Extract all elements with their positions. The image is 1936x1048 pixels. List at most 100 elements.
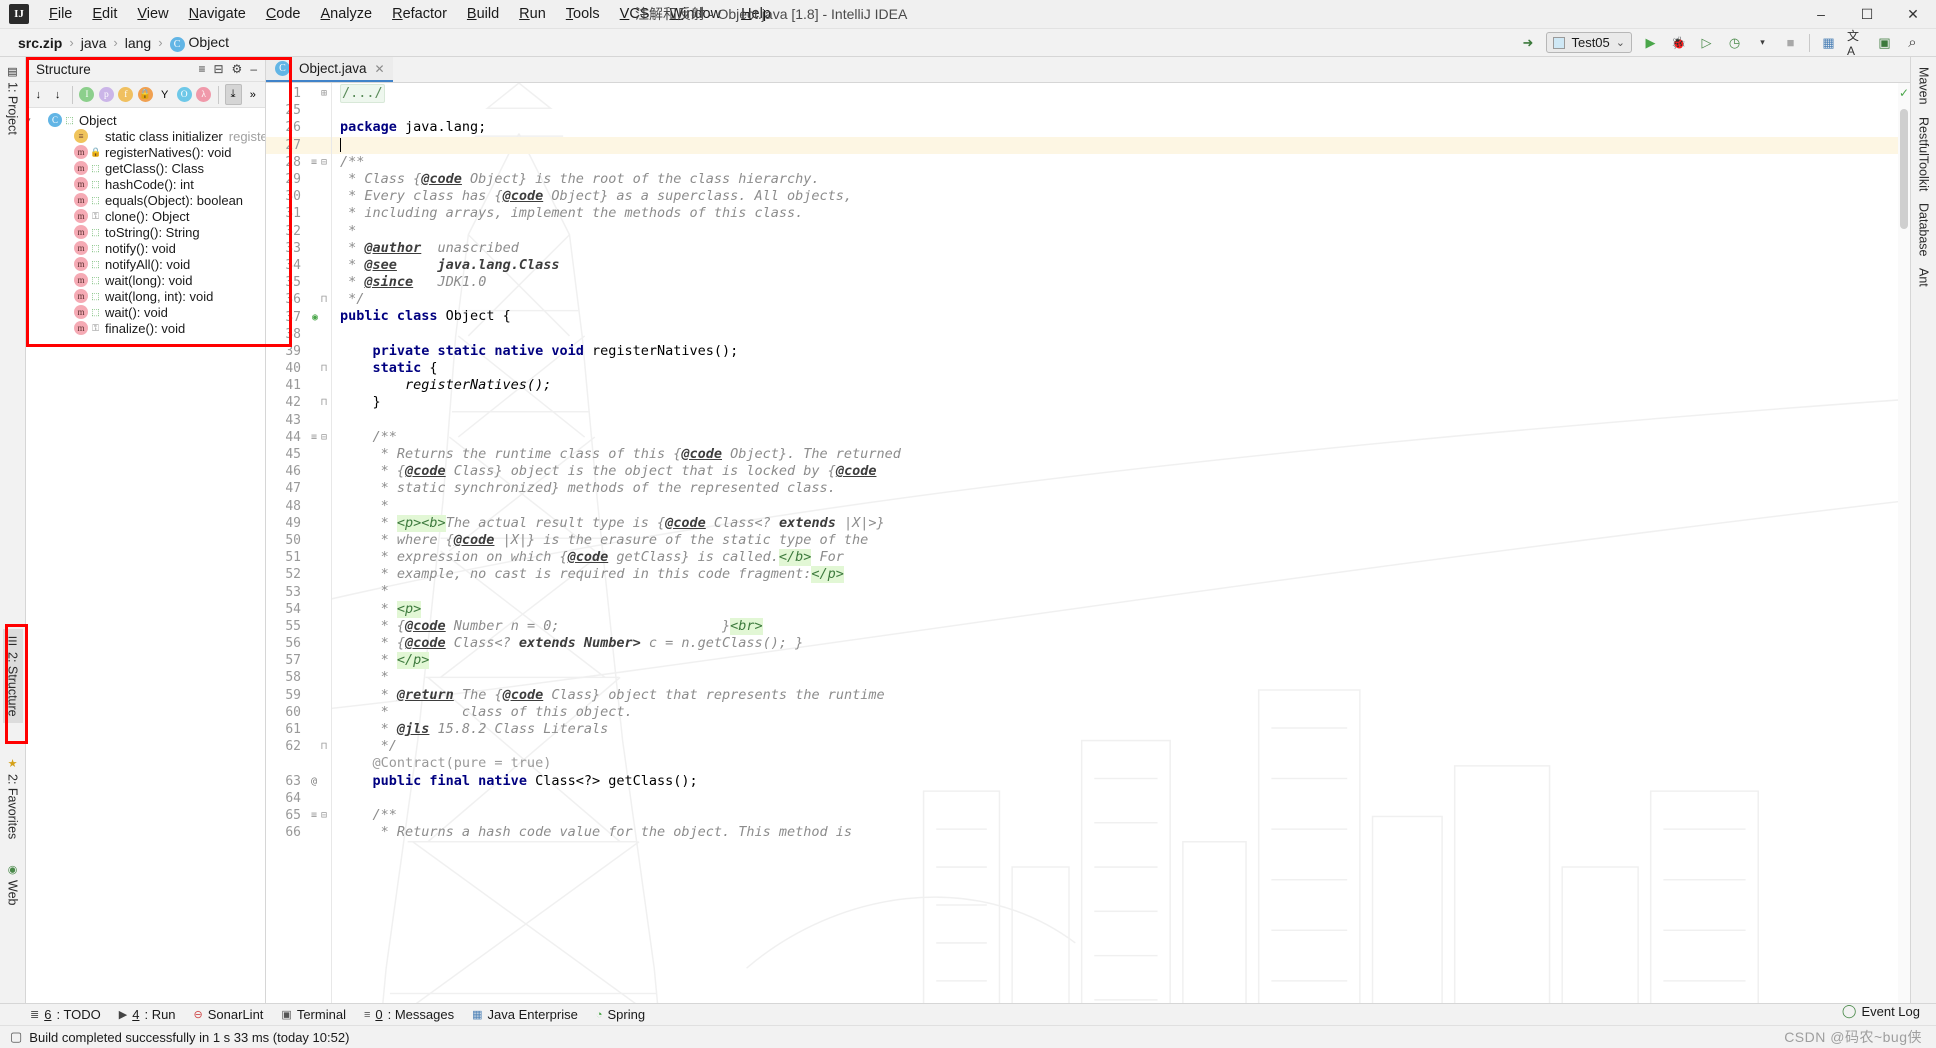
code-line-57[interactable]: * </p> (332, 652, 1910, 670)
code-line-41[interactable]: registerNatives(); (332, 377, 1910, 394)
stop-button[interactable]: ■ (1781, 33, 1800, 52)
search-icon[interactable]: ⌕ (1903, 33, 1922, 52)
gutter-line-63[interactable]: 63 @ (266, 773, 331, 790)
event-log-button[interactable]: ◯ Event Log (1842, 1003, 1920, 1019)
code-line-32[interactable]: * (332, 223, 1910, 240)
menu-item-file[interactable]: File (39, 3, 82, 25)
menu-item-view[interactable]: View (127, 3, 178, 25)
menu-item-refactor[interactable]: Refactor (382, 3, 457, 25)
code-line-56[interactable]: * {@code Class<? extends Number> c = n.g… (332, 635, 1910, 652)
code-line-30[interactable]: * Every class has {@code Object} as a su… (332, 188, 1910, 205)
structure-node-finalize----void[interactable]: m ⚿ finalize(): void (26, 320, 265, 336)
gutter-line-27[interactable]: 27 (266, 136, 331, 154)
gutter-line-31[interactable]: 31 (266, 205, 331, 222)
scrollbar-thumb[interactable] (1900, 109, 1908, 229)
gutter-line-none[interactable] (266, 755, 331, 772)
code-line-25[interactable] (332, 102, 1910, 119)
gutter-line-62[interactable]: 62 ⊓ (266, 738, 331, 755)
fold-toggle-icon[interactable]: ⊟ (321, 810, 327, 821)
editor-scrollbar[interactable] (1898, 83, 1910, 1003)
show-fields-icon[interactable]: f (118, 84, 134, 105)
fold-toggle-icon[interactable]: ⊓ (321, 294, 327, 305)
code-line-none[interactable]: @Contract(pure = true) (332, 755, 1910, 772)
inspection-status-icon[interactable]: ✓ (1899, 86, 1909, 100)
structure-node-clone----object[interactable]: m ⚿ clone(): Object (26, 208, 265, 224)
sidebar-item-project[interactable]: ▤ 1: Project (3, 59, 23, 141)
profile-dropdown-icon[interactable]: ▾ (1753, 33, 1772, 52)
chevron-down-icon[interactable]: ▾ (26, 115, 31, 126)
javadoc-mark-icon[interactable]: ≡ (311, 432, 317, 443)
code-line-45[interactable]: * Returns the runtime class of this {@co… (332, 446, 1910, 463)
code-line-65[interactable]: /** (332, 807, 1910, 824)
structure-node-object[interactable]: ▾ C ⬚ Object (26, 112, 265, 128)
gutter-line-64[interactable]: 64 (266, 790, 331, 807)
code-line-50[interactable]: * where {@code |X|} is the erasure of th… (332, 532, 1910, 549)
profile-button[interactable]: ◷ (1725, 33, 1744, 52)
menu-item-analyze[interactable]: Analyze (311, 3, 383, 25)
code-line-66[interactable]: * Returns a hash code value for the obje… (332, 824, 1910, 841)
gutter-line-32[interactable]: 32 (266, 223, 331, 240)
code-line-33[interactable]: * @author unascribed (332, 240, 1910, 257)
code-line-1[interactable]: /.../ (332, 84, 1910, 104)
gutter-line-59[interactable]: 59 (266, 687, 331, 704)
run-button[interactable]: ▶ (1641, 33, 1660, 52)
autoscroll-to-source-icon[interactable]: ⤓ (224, 84, 242, 105)
code-line-62[interactable]: */ (332, 738, 1910, 755)
fold-toggle-icon[interactable]: ⊓ (321, 397, 327, 408)
structure-node-equals-object---boolean[interactable]: m ⬚ equals(Object): boolean (26, 192, 265, 208)
code-line-34[interactable]: * @see java.lang.Class (332, 257, 1910, 274)
code-line-38[interactable] (332, 326, 1910, 343)
gutter-line-36[interactable]: 36 ⊓ (266, 291, 331, 308)
gutter-line-52[interactable]: 52 (266, 566, 331, 583)
gutter-line-44[interactable]: 44 ≡ ⊟ (266, 429, 331, 446)
update-project-icon[interactable]: ▦ (1819, 33, 1838, 52)
show-inherited-icon[interactable]: I (79, 84, 95, 105)
sidebar-item-database[interactable]: Database (1914, 197, 1934, 263)
gutter-line-54[interactable]: 54 (266, 601, 331, 618)
code-line-29[interactable]: * Class {@code Object} is the root of th… (332, 171, 1910, 188)
menu-item-edit[interactable]: Edit (82, 3, 127, 25)
gutter-line-49[interactable]: 49 (266, 515, 331, 532)
code-line-28[interactable]: /** (332, 154, 1910, 171)
more-options-icon[interactable]: » (245, 84, 261, 105)
sidebar-item-ant[interactable]: Ant (1914, 262, 1934, 293)
gutter-line-39[interactable]: 39 (266, 343, 331, 360)
tool-window-todo[interactable]: ≣ 6: TODO (30, 1007, 101, 1022)
code-line-43[interactable] (332, 412, 1910, 429)
editor-tab-object-java[interactable]: C Object.java ✕ (266, 57, 393, 82)
code-line-55[interactable]: * {@code Number n = 0; } <br> (332, 617, 1910, 636)
code-line-35[interactable]: * @since JDK1.0 (332, 274, 1910, 291)
gutter-line-43[interactable]: 43 (266, 412, 331, 429)
menu-item-tools[interactable]: Tools (556, 3, 610, 25)
gutter-line-60[interactable]: 60 (266, 704, 331, 721)
structure-node-wait-long---void[interactable]: m ⬚ wait(long): void (26, 272, 265, 288)
menu-item-navigate[interactable]: Navigate (179, 3, 256, 25)
code-line-31[interactable]: * including arrays, implement the method… (332, 205, 1910, 222)
run-with-coverage-button[interactable]: ▷ (1697, 33, 1716, 52)
gutter-line-30[interactable]: 30 (266, 188, 331, 205)
code-line-60[interactable]: * class of this object. (332, 704, 1910, 721)
code-line-42[interactable]: } (332, 394, 1910, 411)
gutter-line-34[interactable]: 34 (266, 257, 331, 274)
gutter-line-55[interactable]: 55 (266, 618, 331, 635)
gutter-line-61[interactable]: 61 (266, 721, 331, 738)
gutter-line-50[interactable]: 50 (266, 532, 331, 549)
minimize-button[interactable]: – (1798, 0, 1844, 29)
show-non-public-icon[interactable]: 🔒 (137, 84, 153, 105)
breadcrumb-item-lang[interactable]: lang (121, 35, 155, 51)
editor-gutter[interactable]: 1 ⊞ 25 26 27 28 ≡ ⊟ 29 30 31 32 33 34 35 36 ⊓ 37 ◉ 38 39 40 ⊓ 4… (266, 83, 332, 1003)
gutter-line-38[interactable]: 38 (266, 326, 331, 343)
tool-window-messages[interactable]: ≡ 0: Messages (364, 1007, 454, 1022)
menu-item-run[interactable]: Run (509, 3, 556, 25)
gutter-line-45[interactable]: 45 (266, 446, 331, 463)
code-line-58[interactable]: * (332, 669, 1910, 686)
select-in-project-icon[interactable]: ▣ (1875, 33, 1894, 52)
code-line-44[interactable]: /** (332, 429, 1910, 446)
code-line-37[interactable]: public class Object { (332, 308, 1910, 325)
tool-window-run[interactable]: ▶ 4: Run (119, 1007, 176, 1022)
structure-node-static-class-initializer[interactable]: ≡ static class initializer registerNatives… (26, 128, 265, 144)
gutter-line-51[interactable]: 51 (266, 549, 331, 566)
sidebar-item-restful[interactable]: RestfulToolkit (1914, 111, 1934, 197)
code-line-52[interactable]: * example, no cast is required in this c… (332, 566, 1910, 584)
tool-window-terminal[interactable]: ▣ Terminal (281, 1007, 346, 1022)
